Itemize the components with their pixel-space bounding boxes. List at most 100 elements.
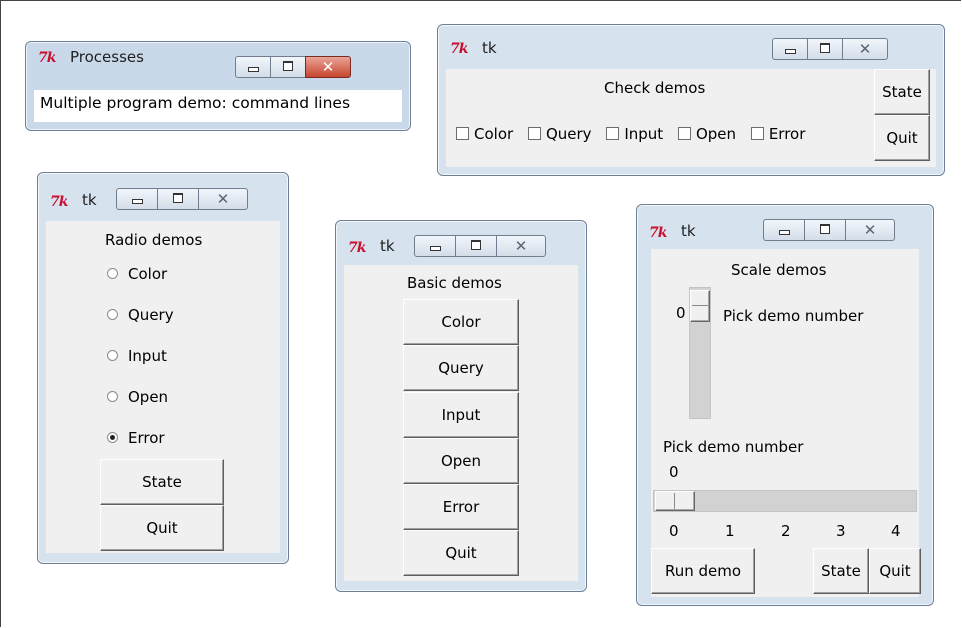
state-button[interactable]: State: [874, 69, 930, 115]
close-icon: ✕: [863, 221, 877, 239]
minimize-button[interactable]: [772, 38, 808, 60]
check-demos-heading: Check demos: [604, 79, 706, 97]
radio-open[interactable]: Open: [107, 388, 168, 406]
state-button[interactable]: State: [100, 459, 224, 505]
window-title: tk: [82, 191, 97, 209]
checkbox-open[interactable]: Open: [677, 125, 737, 143]
open-button[interactable]: Open: [403, 438, 519, 484]
radio-label: Color: [128, 265, 168, 283]
tick-label: 3: [836, 522, 846, 540]
maximize-button[interactable]: [807, 38, 843, 60]
maximize-button[interactable]: [455, 235, 497, 257]
radio-color[interactable]: Color: [107, 265, 167, 283]
scale-demos-heading: Scale demos: [731, 261, 827, 279]
checkbox-label: Open: [695, 125, 737, 143]
basic-demos-heading: Basic demos: [407, 274, 502, 292]
tk-logo-icon: 7k: [38, 50, 56, 66]
horizontal-scale-trough[interactable]: [653, 490, 917, 512]
close-button[interactable]: ✕: [845, 219, 895, 241]
check-demos-window: 7k tk ✕ Check demos Color Query Input Op…: [437, 24, 945, 176]
window-client: Scale demos 0 Pick demo number Pick demo…: [651, 249, 921, 597]
titlebar: 7k tk ✕: [438, 25, 944, 60]
maximize-button[interactable]: [270, 56, 306, 78]
radio-icon: [107, 350, 118, 361]
minimize-button[interactable]: [414, 235, 456, 257]
radio-label: Query: [128, 306, 174, 324]
close-icon: ✕: [321, 58, 335, 76]
horizontal-scale-slider[interactable]: [655, 491, 695, 511]
minimize-button[interactable]: [235, 56, 271, 78]
checkbox-color[interactable]: Color: [456, 125, 513, 143]
tick-label: 1: [725, 522, 735, 540]
titlebar: 7k tk ✕: [336, 221, 586, 257]
tick-label: 4: [891, 522, 901, 540]
window-client: Radio demos Color Query Input Open Error…: [46, 221, 280, 553]
checkbox-label: Error: [768, 125, 806, 143]
scale-demos-window: 7k tk ✕ Scale demos 0 Pick demo number P…: [636, 204, 934, 606]
checkbox-input[interactable]: Input: [606, 125, 663, 143]
horizontal-scale-value: 0: [669, 463, 679, 481]
close-icon: ✕: [858, 40, 872, 58]
window-client: Check demos Color Query Input Open Error…: [446, 69, 936, 167]
query-button[interactable]: Query: [403, 345, 519, 391]
tk-logo-icon: 7k: [450, 41, 468, 57]
radio-input[interactable]: Input: [107, 347, 167, 365]
checkbox-icon: [606, 127, 620, 140]
quit-button[interactable]: Quit: [869, 548, 921, 594]
state-button[interactable]: State: [813, 548, 869, 594]
tk-logo-icon: 7k: [348, 240, 366, 256]
radio-icon: [107, 268, 118, 279]
close-button[interactable]: ✕: [842, 38, 888, 60]
radio-label: Open: [128, 388, 169, 406]
checkbox-query[interactable]: Query: [527, 125, 592, 143]
vertical-scale-value: 0: [676, 304, 686, 322]
quit-button[interactable]: Quit: [403, 530, 519, 576]
close-button[interactable]: ✕: [305, 56, 351, 78]
checkbox-icon: [527, 127, 541, 140]
vertical-scale-slider[interactable]: [690, 290, 710, 322]
radio-demos-heading: Radio demos: [105, 231, 203, 249]
close-button[interactable]: ✕: [496, 235, 546, 257]
color-button[interactable]: Color: [403, 299, 519, 345]
titlebar: 7k tk ✕: [637, 205, 933, 241]
radio-selected-icon: [107, 432, 118, 443]
radio-icon: [107, 309, 118, 320]
quit-button[interactable]: Quit: [100, 505, 224, 551]
titlebar: 7k tk ✕: [38, 173, 288, 210]
radio-query[interactable]: Query: [107, 306, 174, 324]
minimize-button[interactable]: [763, 219, 805, 241]
tick-label: 2: [781, 522, 791, 540]
checkbox-icon: [750, 127, 764, 140]
run-demo-button[interactable]: Run demo: [651, 548, 755, 594]
close-icon: ✕: [514, 237, 528, 255]
input-button[interactable]: Input: [403, 392, 519, 438]
window-title: tk: [681, 222, 696, 240]
maximize-button[interactable]: [804, 219, 846, 241]
command-lines-label: Multiple program demo: command lines: [40, 94, 351, 112]
slider-grip: [692, 305, 708, 306]
minimize-button[interactable]: [116, 188, 158, 210]
checkbox-label: Input: [624, 125, 664, 143]
window-title: Processes: [70, 48, 144, 66]
vertical-scale-trough[interactable]: [689, 287, 711, 419]
radio-label: Error: [128, 429, 165, 447]
basic-demos-window: 7k tk ✕ Basic demos Color Query Input Op…: [335, 220, 587, 592]
window-client: Basic demos Color Query Input Open Error…: [344, 265, 578, 581]
maximize-button[interactable]: [157, 188, 199, 210]
radio-demos-window: 7k tk ✕ Radio demos Color Query Input Op…: [37, 172, 289, 564]
maximize-icon: [820, 224, 830, 234]
quit-button[interactable]: Quit: [874, 115, 930, 161]
tk-logo-icon: 7k: [649, 225, 667, 241]
close-icon: ✕: [216, 190, 230, 208]
checkbox-icon: [677, 127, 691, 140]
processes-window: 7k Processes ✕ Multiple program demo: co…: [25, 41, 411, 131]
error-button[interactable]: Error: [403, 484, 519, 530]
maximize-icon: [173, 193, 183, 203]
checkbox-error[interactable]: Error: [750, 125, 806, 143]
horizontal-scale-label: Pick demo number: [663, 438, 804, 456]
window-title: tk: [482, 39, 497, 57]
maximize-icon: [283, 61, 293, 71]
radio-error[interactable]: Error: [107, 429, 165, 447]
close-button[interactable]: ✕: [198, 188, 248, 210]
checkbox-label: Color: [474, 125, 514, 143]
